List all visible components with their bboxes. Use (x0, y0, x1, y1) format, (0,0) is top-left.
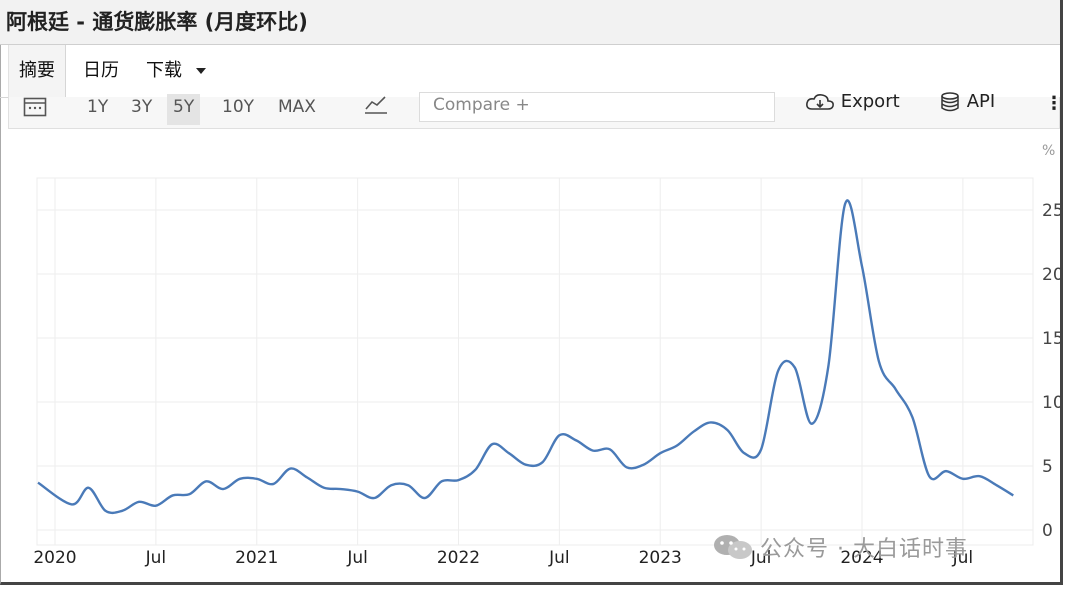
y-tick-label: 0 (1042, 521, 1053, 541)
x-tick-label: Jul (346, 548, 368, 568)
y-tick-label: 10 (1042, 393, 1064, 413)
x-tick-label: 2021 (235, 548, 278, 568)
watermark: 公众号 · 大白话时事 (712, 531, 968, 568)
y-tick-label: 5 (1042, 457, 1053, 477)
watermark-text: 公众号 · 大白话时事 (760, 537, 968, 562)
x-tick-label: 2022 (437, 548, 480, 568)
y-tick-label: 25 (1042, 201, 1064, 221)
line-chart: 05101520252020 Jul 2021 Jul 2022 Jul 2023 Jul 20… (33, 177, 1064, 568)
x-tick-label: Jul (548, 548, 570, 568)
y-tick-label: 20 (1042, 265, 1064, 285)
plot-area (36, 177, 1034, 546)
x-tick-label: 2020 (33, 548, 76, 568)
wechat-icon (712, 532, 754, 568)
x-tick-label: Jul (145, 548, 167, 568)
x-tick-label: 2023 (639, 548, 682, 568)
y-tick-label: 15 (1042, 329, 1064, 349)
